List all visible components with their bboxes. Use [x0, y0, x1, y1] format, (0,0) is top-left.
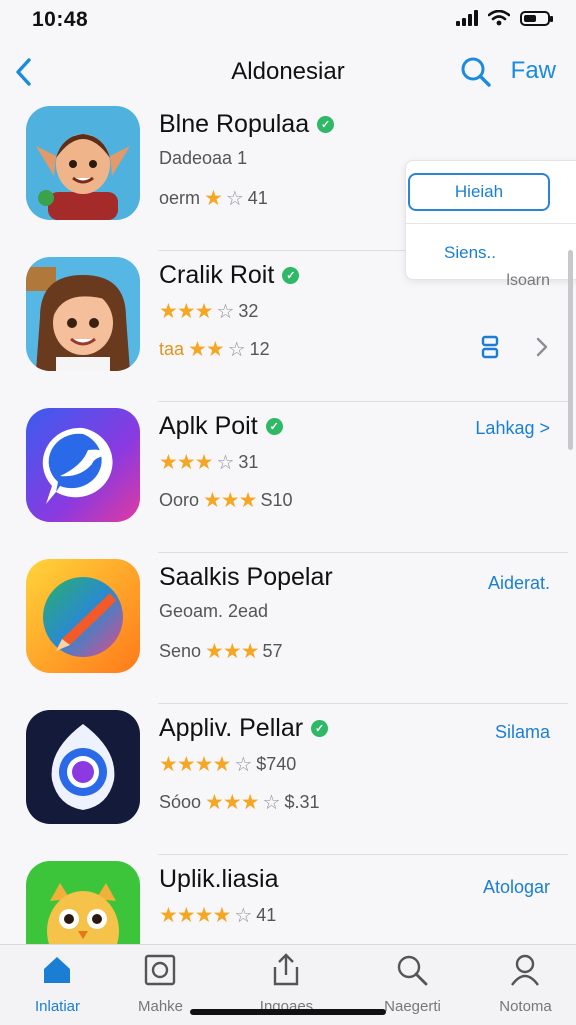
- star-empty-icon: ☆: [234, 754, 253, 776]
- app-icon-lens[interactable]: [26, 710, 140, 824]
- divider: [406, 223, 576, 224]
- app-rating: ★★★ ☆ 31: [159, 451, 259, 474]
- star-rating-icon: ★★★: [205, 791, 259, 814]
- star-rating-icon: ★★★★: [159, 753, 231, 776]
- app-rating-secondary: taa ★★ ☆ 12: [159, 338, 270, 361]
- person-icon: [511, 954, 539, 986]
- tab-home[interactable]: Inlatiar: [0, 945, 115, 1025]
- nav-bar: Aldonesiar Faw: [0, 44, 576, 100]
- battery-icon: [520, 10, 553, 26]
- app-rating: ★★★★ ☆ 41: [159, 904, 277, 927]
- star-rating-icon: ★★★: [205, 640, 259, 663]
- signal-icon: [456, 10, 478, 26]
- star-rating-icon: ★★★★: [159, 904, 231, 927]
- square-icon: [144, 954, 176, 986]
- app-row[interactable]: Appliv. Pellar ✓ ★★★★ ☆ $740 Sóoo ★★★ ☆ …: [0, 704, 576, 855]
- status-bar: 10:48: [0, 0, 576, 40]
- star-empty-icon: ☆: [227, 339, 246, 361]
- verified-badge-icon: ✓: [265, 418, 283, 435]
- star-empty-icon: ☆: [216, 452, 235, 474]
- app-name: Uplik.liasia: [159, 865, 279, 893]
- app-rating: ★★★ ☆ 32: [159, 300, 259, 323]
- popup-primary-button[interactable]: Hieiah: [408, 173, 550, 211]
- upload-icon: [273, 953, 299, 986]
- app-icon-character[interactable]: [26, 106, 140, 220]
- app-name: Appliv. Pellar ✓: [159, 714, 329, 743]
- row-icons: [480, 334, 548, 360]
- app-name: Blne Ropulaa ✓: [159, 110, 335, 139]
- verified-badge-icon: ✓: [311, 720, 329, 737]
- star-rating-icon: ★★★: [159, 451, 213, 474]
- status-time: 10:48: [32, 8, 89, 31]
- app-subtitle: Dadeoaa 1: [159, 148, 248, 168]
- search-icon: [397, 955, 428, 986]
- app-action-link[interactable]: Atologar: [483, 877, 550, 898]
- app-name: Saalkis Popelar: [159, 563, 333, 591]
- wifi-icon: [488, 10, 510, 26]
- star-empty-icon: ☆: [262, 792, 281, 814]
- popup-menu-item[interactable]: Siens..: [444, 243, 496, 263]
- app-rating: oerm ★ ☆ 41: [159, 187, 268, 210]
- star-empty-icon: ☆: [216, 301, 235, 323]
- tab-profile[interactable]: Notoma: [468, 945, 576, 1025]
- search-icon: [461, 57, 491, 87]
- app-icon-pen[interactable]: [26, 559, 140, 673]
- star-empty-icon: ☆: [234, 905, 253, 927]
- app-action-link[interactable]: Aiderat.: [488, 573, 550, 594]
- app-rating-secondary: Sóoo ★★★ ☆ $.31: [159, 791, 320, 814]
- app-rating-secondary: Ooro ★★★ S10: [159, 489, 293, 512]
- app-name: Aplk Poit ✓: [159, 412, 283, 441]
- home-icon: [44, 957, 70, 983]
- verified-badge-icon: ✓: [282, 267, 300, 284]
- app-row[interactable]: Saalkis Popelar Geoam. 2ead Seno ★★★ 57 …: [0, 553, 576, 704]
- star-empty-icon: ☆: [225, 188, 244, 210]
- app-rating: ★★★★ ☆ $740: [159, 753, 297, 776]
- home-indicator: [190, 1009, 386, 1015]
- app-icon-girl[interactable]: [26, 257, 140, 371]
- nav-action-button[interactable]: Faw: [511, 57, 556, 85]
- star-rating-icon: ★★★: [203, 489, 257, 512]
- search-button[interactable]: [458, 54, 494, 90]
- star-rating-icon: ★: [204, 187, 223, 210]
- star-rating-icon: ★★: [188, 338, 225, 361]
- context-popup: Hieiah Siens..: [405, 160, 576, 280]
- scrollbar[interactable]: [568, 250, 573, 450]
- app-name: Cralik Roit ✓: [159, 261, 300, 290]
- chevron-right-icon[interactable]: [536, 336, 548, 358]
- app-subtitle: Geoam. 2ead: [159, 601, 269, 621]
- status-icons: [456, 10, 553, 26]
- verified-badge-icon: ✓: [317, 116, 335, 133]
- star-rating-icon: ★★★: [159, 300, 213, 323]
- app-rating: Seno ★★★ 57: [159, 640, 283, 663]
- app-icon-messenger[interactable]: [26, 408, 140, 522]
- share-icon[interactable]: [480, 334, 500, 360]
- app-action-link[interactable]: Lahkag >: [475, 418, 550, 439]
- app-action-link[interactable]: Silama: [495, 722, 550, 743]
- app-row[interactable]: Aplk Poit ✓ ★★★ ☆ 31 Ooro ★★★ S10 Lahkag…: [0, 402, 576, 553]
- secondary-label: lsoarn: [506, 272, 550, 289]
